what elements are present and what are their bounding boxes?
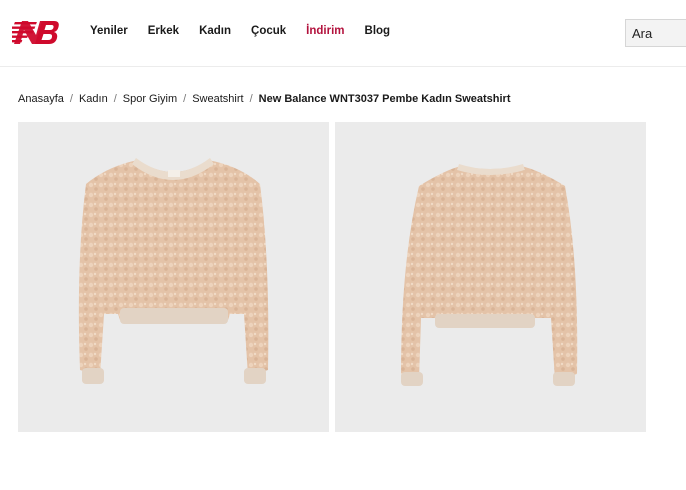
search-input[interactable] [625, 19, 686, 47]
nav-item-blog[interactable]: Blog [365, 25, 391, 37]
breadcrumb-current: New Balance WNT3037 Pembe Kadın Sweatshi… [258, 93, 511, 105]
nav-item-kadin[interactable]: Kadın [199, 25, 231, 37]
breadcrumb-separator: / [249, 93, 253, 105]
product-image-front[interactable] [18, 122, 329, 432]
breadcrumb-anasayfa[interactable]: Anasayfa [18, 93, 64, 105]
breadcrumb-spor-giyim[interactable]: Spor Giyim [123, 93, 177, 105]
nav-item-erkek[interactable]: Erkek [148, 25, 179, 37]
breadcrumb-sweatshirt[interactable]: Sweatshirt [192, 93, 243, 105]
sweatshirt-back-image [401, 164, 578, 386]
breadcrumb-separator: / [69, 93, 73, 105]
nav-item-cocuk[interactable]: Çocuk [251, 25, 286, 37]
site-header: Yeniler Erkek Kadın Çocuk İndirim Blog [0, 0, 686, 67]
nav-item-yeniler[interactable]: Yeniler [90, 25, 128, 37]
breadcrumb-kadin[interactable]: Kadın [79, 93, 108, 105]
breadcrumb-separator: / [183, 93, 187, 105]
breadcrumb-separator: / [113, 93, 117, 105]
sweatshirt-front-image [78, 158, 269, 384]
main-nav: Yeniler Erkek Kadın Çocuk İndirim Blog [90, 25, 410, 37]
product-image-back[interactable] [335, 122, 646, 432]
breadcrumb: Anasayfa / Kadın / Spor Giyim / Sweatshirt / New… [18, 93, 511, 105]
nav-item-indirim[interactable]: İndirim [306, 25, 344, 37]
brand-logo-icon[interactable] [12, 19, 60, 45]
